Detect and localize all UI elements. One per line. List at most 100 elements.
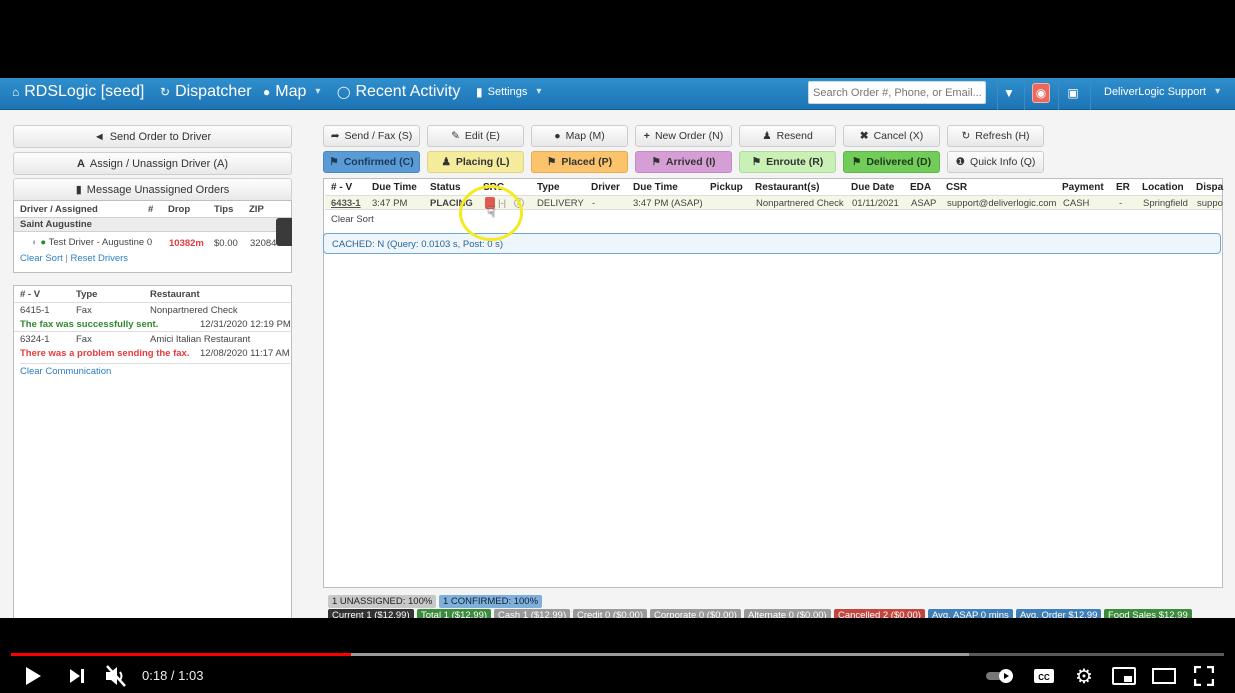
col-order[interactable]: # - V xyxy=(331,182,352,193)
driver-tips: $0.00 xyxy=(214,238,238,249)
nav-dispatcher[interactable]: ↻ Dispatcher xyxy=(160,78,252,108)
chat-icon[interactable]: ▣ xyxy=(1062,82,1084,104)
confirmed-filter-button[interactable]: ⚑ Confirmed (C) xyxy=(323,151,420,173)
quick-info-button[interactable]: ❶ Quick Info (Q) xyxy=(947,151,1044,173)
refresh-label: Refresh (H) xyxy=(975,130,1030,142)
delivered-filter-button[interactable]: ⚑ Delivered (D) xyxy=(843,151,940,173)
settings-label: Settings xyxy=(487,86,528,98)
scrollbar-handle[interactable] xyxy=(276,218,292,246)
comment-icon: ▮ xyxy=(75,184,82,196)
col-restaurant[interactable]: Restaurant xyxy=(150,289,200,300)
settings-button[interactable]: ⚙ xyxy=(1071,662,1097,690)
summary-badge: Alternate 0 ($0.00) xyxy=(744,609,831,618)
fullscreen-icon xyxy=(1194,666,1214,686)
caret-icon: ▾ xyxy=(536,86,542,97)
nav-settings[interactable]: ▮ Settings ▾ xyxy=(476,78,541,108)
resend-button[interactable]: ♟ Resend xyxy=(739,125,836,147)
driver-links: Clear Sort | Reset Drivers xyxy=(20,253,128,264)
hand-cursor-icon: ☟ xyxy=(487,204,496,220)
col-due-time[interactable]: Due Time xyxy=(372,182,417,193)
map-button[interactable]: ● Map (M) xyxy=(531,125,628,147)
placing-filter-button[interactable]: ♟ Placing (L) xyxy=(427,151,524,173)
refresh-button[interactable]: ↻ Refresh (H) xyxy=(947,125,1044,147)
col-csr[interactable]: CSR xyxy=(946,182,967,193)
new-order-button[interactable]: + New Order (N) xyxy=(635,125,732,147)
col-order[interactable]: # - V xyxy=(20,289,40,300)
time-display: 0:18 / 1:03 xyxy=(142,668,204,683)
theater-mode-button[interactable] xyxy=(1151,662,1177,690)
col-drop[interactable]: Drop xyxy=(168,204,190,215)
nav-recent-activity[interactable]: ◯ Recent Activity xyxy=(337,78,460,108)
next-button[interactable] xyxy=(64,662,90,690)
driver-drop: 10382m xyxy=(169,238,204,249)
col-eda[interactable]: EDA xyxy=(910,182,931,193)
resend-label: Resend xyxy=(776,130,813,142)
edit-button[interactable]: ✎ Edit (E) xyxy=(427,125,524,147)
driver-row[interactable]: ◐ ● Test Driver - Augustine 0 xyxy=(32,237,152,248)
fullscreen-button[interactable] xyxy=(1191,662,1217,690)
summary-badge: 1 CONFIRMED: 100% xyxy=(439,595,543,608)
order-id-link[interactable]: 6433-1 xyxy=(331,198,361,209)
col-zip[interactable]: ZIP xyxy=(249,204,264,215)
flag-icon: ⚑ xyxy=(751,156,762,168)
bullhorn-icon: ◄ xyxy=(93,130,105,143)
group-label: Saint Augustine xyxy=(20,219,92,230)
driver-name: Test Driver - Augustine xyxy=(48,237,145,248)
driver-zip: 32084 xyxy=(250,238,277,249)
col-driver[interactable]: Driver / Assigned xyxy=(20,204,98,215)
progress-played[interactable] xyxy=(11,653,351,656)
col-payment[interactable]: Payment xyxy=(1062,182,1104,193)
order-type: DELIVERY xyxy=(537,198,584,209)
arrived-filter-button[interactable]: ⚑ Arrived (I) xyxy=(635,151,732,173)
clear-communication-link[interactable]: Clear Communication xyxy=(20,363,290,377)
col-type[interactable]: Type xyxy=(537,182,560,193)
col-count[interactable]: # xyxy=(148,204,153,215)
comm-order-id: 6415-1 xyxy=(20,305,50,316)
app-frame: ⌂ RDSLogic [seed] ↻ Dispatcher ● Map ▾ ◯… xyxy=(0,78,1235,618)
autoplay-toggle[interactable] xyxy=(984,662,1016,690)
enroute-filter-button[interactable]: ⚑ Enroute (R) xyxy=(739,151,836,173)
mute-button[interactable] xyxy=(102,662,130,690)
col-due-time-2[interactable]: Due Time xyxy=(633,182,678,193)
comm-row[interactable]: 6324-1 Fax Amici Italian Restaurant Ther… xyxy=(14,331,291,360)
caret-icon: ▾ xyxy=(1215,86,1221,97)
col-type[interactable]: Type xyxy=(76,289,97,300)
col-driver[interactable]: Driver xyxy=(591,182,620,193)
order-csr: support@deliverlogic.com xyxy=(947,198,1057,209)
play-button[interactable] xyxy=(20,662,46,690)
send-order-label: Send Order to Driver xyxy=(109,130,212,143)
comm-type: Fax xyxy=(76,305,92,316)
col-due-date[interactable]: Due Date xyxy=(851,182,894,193)
col-dispatcher[interactable]: Dispa xyxy=(1196,182,1223,193)
col-location[interactable]: Location xyxy=(1142,182,1184,193)
cancel-button[interactable]: ✖ Cancel (X) xyxy=(843,125,940,147)
reset-drivers-link[interactable]: Reset Drivers xyxy=(71,253,129,264)
nav-brand[interactable]: ⌂ RDSLogic [seed] xyxy=(12,78,144,108)
col-status[interactable]: Status xyxy=(430,182,461,193)
col-pickup[interactable]: Pickup xyxy=(710,182,743,193)
headphones-icon[interactable]: ◉ xyxy=(1032,83,1050,103)
summary-badge: Food Sales $12.99 xyxy=(1104,609,1192,618)
col-tips[interactable]: Tips xyxy=(214,204,233,215)
assign-driver-button[interactable]: A Assign / Unassign Driver (A) xyxy=(13,152,292,175)
dispatcher-label: Dispatcher xyxy=(175,83,252,100)
user-menu[interactable]: DeliverLogic Support ▾ xyxy=(1104,78,1220,108)
message-unassigned-button[interactable]: ▮ Message Unassigned Orders xyxy=(13,178,292,201)
search-input[interactable] xyxy=(808,81,986,104)
brand-label: RDSLogic [seed] xyxy=(24,83,145,100)
clear-sort-link[interactable]: Clear Sort xyxy=(331,214,374,225)
x-icon: ✖ xyxy=(859,130,869,142)
play-icon xyxy=(26,667,41,685)
col-restaurants[interactable]: Restaurant(s) xyxy=(755,182,819,193)
miniplayer-button[interactable] xyxy=(1111,662,1137,690)
col-er[interactable]: ER xyxy=(1116,182,1130,193)
filter-icon[interactable]: ▼ xyxy=(998,82,1020,104)
plus-icon: + xyxy=(643,130,650,142)
nav-map[interactable]: ● Map ▾ xyxy=(263,78,320,108)
captions-button[interactable]: CC xyxy=(1031,662,1057,690)
comm-row[interactable]: 6415-1 Fax Nonpartnered Check The fax wa… xyxy=(14,302,291,331)
send-fax-button[interactable]: ➦ Send / Fax (S) xyxy=(323,125,420,147)
placed-filter-button[interactable]: ⚑ Placed (P) xyxy=(531,151,628,173)
clear-sort-link[interactable]: Clear Sort xyxy=(20,253,63,264)
send-order-to-driver-button[interactable]: ◄ Send Order to Driver xyxy=(13,125,292,148)
